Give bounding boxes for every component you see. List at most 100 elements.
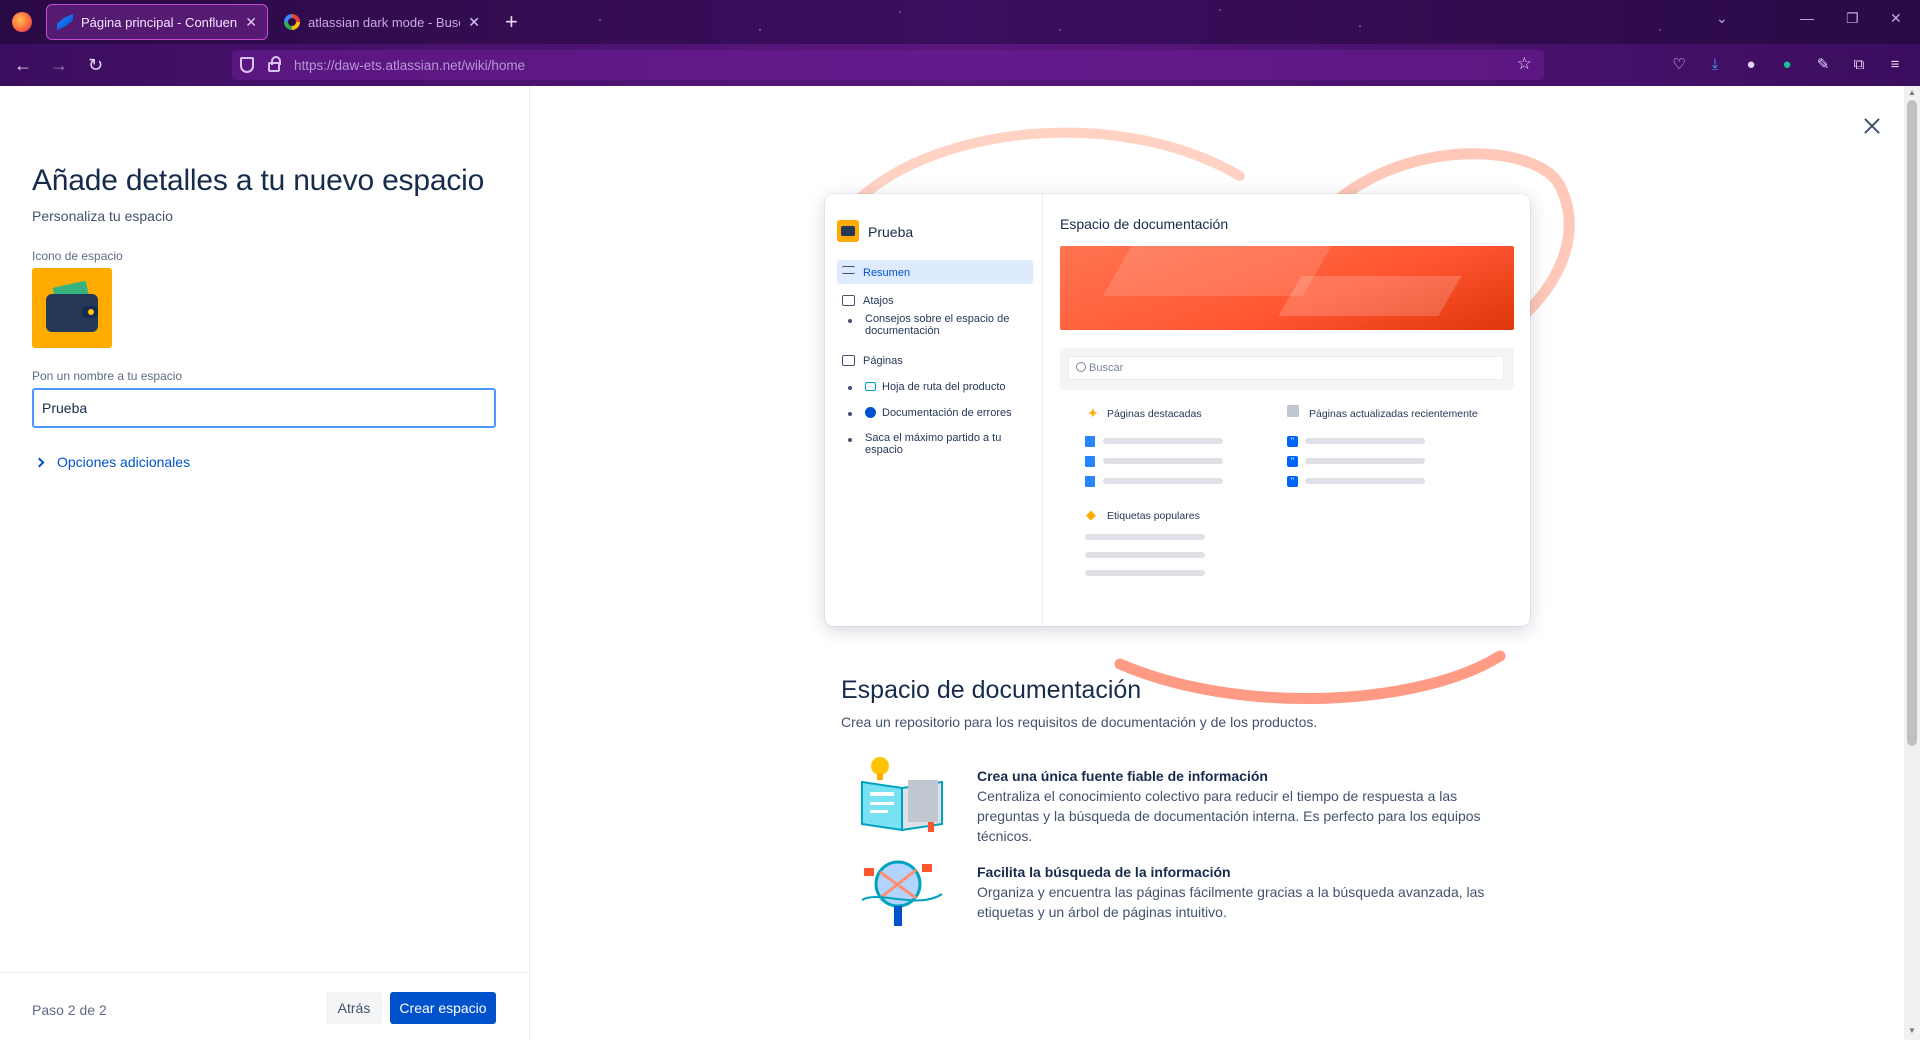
template-title: Espacio de documentación [841,676,1142,704]
close-window-button[interactable]: ✕ [1890,10,1902,27]
template-description: Crea un repositorio para los requisitos … [841,714,1318,730]
sparkle-icon: ✦ [1087,405,1099,421]
tab-confluence[interactable]: Página principal - Confluence ✕ [46,4,268,40]
placeholder-line [1305,438,1425,444]
address-bar[interactable]: https://daw-ets.atlassian.net/wiki/home … [232,50,1544,80]
chevron-right-icon [34,457,45,467]
additional-options-toggle[interactable]: Opciones adicionales [34,454,191,470]
bullet [848,412,852,416]
create-space-button[interactable]: Crear espacio [390,992,496,1024]
preview-search-input: Buscar [1068,356,1504,380]
recent-pages-icon [1287,405,1299,417]
download-icon[interactable]: ⤓ [1706,56,1724,74]
back-button[interactable]: Atrás [326,992,382,1024]
scroll-down-arrow-icon[interactable]: ▼ [1908,1026,1916,1035]
placeholder-line [1305,458,1425,464]
scroll-up-arrow-icon[interactable]: ▲ [1908,88,1916,97]
quote-icon: " [1287,436,1298,447]
page-scrollbar[interactable]: ▲ ▼ [1904,86,1920,1040]
tab-title: Página principal - Confluence [81,14,238,30]
preview-search-area: Buscar [1060,348,1514,390]
placeholder-line [1103,478,1223,484]
tab-list-icon[interactable]: ⌄ [1716,10,1728,27]
form-title: Añade detalles a tu nuevo espacio [32,164,485,197]
feature-2-title: Facilita la búsqueda de la información [977,864,1231,880]
preview-space-icon [837,220,859,242]
preview-page-tips: Saca el máximo partido a tu espacio [865,432,1002,456]
bullet [848,319,852,323]
preview-sidebar: Prueba Resumen Atajos Consejos sobre el … [825,194,1043,626]
forward-arrow-icon[interactable]: → [50,54,68,76]
space-icon-label: Icono de espacio [32,249,123,263]
preview-recent-heading: Páginas actualizadas recientemente [1309,408,1478,420]
google-icon [284,14,300,30]
browser-nav-bar: ← → ↻ https://daw-ets.atlassian.net/wiki… [0,44,1920,86]
tag-icon: ◆ [1086,507,1096,522]
back-arrow-icon[interactable]: ← [14,54,32,76]
color-picker-icon[interactable]: ✎ [1814,56,1832,74]
shortcut-link-icon [842,295,855,306]
placeholder-line [1103,458,1223,464]
pages-icon [842,355,855,366]
tab-close-icon[interactable]: ✕ [245,14,257,31]
page-icon [1085,456,1095,467]
space-icon-picker[interactable] [32,268,112,348]
bookmark-star-icon[interactable]: ☆ [1517,54,1532,74]
preview-featured-heading: Páginas destacadas [1107,408,1202,420]
create-space-page: Añade detalles a tu nuevo espacio Person… [0,86,1920,1040]
preview-space-name: Prueba [868,224,914,240]
quote-icon: " [1287,456,1298,467]
confluence-icon [57,14,73,30]
placeholder-line [1103,438,1223,444]
map-icon [865,382,876,391]
scroll-thumb[interactable] [1907,100,1917,746]
preview-main-title: Espacio de documentación [1060,216,1229,232]
tab-close-icon[interactable]: ✕ [468,14,480,31]
shield-icon[interactable] [240,57,254,73]
minimize-button[interactable]: — [1800,10,1814,26]
preview-page-errors: Documentación de errores [882,407,1012,419]
placeholder-line [1085,534,1205,540]
restore-button[interactable]: ❐ [1846,10,1859,27]
pocket-icon[interactable]: ♡ [1670,56,1688,74]
tab-google-search[interactable]: atlassian dark mode - Buscar c ✕ [274,4,490,40]
magnifier-illustration [861,860,943,926]
extensions-icon[interactable]: ⧉ [1850,56,1868,74]
space-details-form: Añade detalles a tu nuevo espacio Person… [0,86,530,1040]
reload-icon[interactable]: ↻ [88,54,103,76]
search-icon [1076,362,1086,372]
wallet-clasp-shape [82,306,98,318]
additional-options-label: Opciones adicionales [57,454,191,470]
url-text[interactable]: https://daw-ets.atlassian.net/wiki/home [294,58,525,73]
feature-1-title: Crea una única fuente fiable de informac… [977,768,1268,784]
page-icon [1085,476,1095,487]
feature-2-body: Organiza y encuentra las páginas fácilme… [977,884,1485,920]
space-name-label: Pon un nombre a tu espacio [32,369,183,383]
book-lightbulb-illustration [861,757,943,832]
new-tab-button[interactable]: + [505,8,518,36]
preview-header-banner [1060,246,1514,330]
firefox-menu-icon[interactable] [12,12,32,32]
placeholder-line [1305,478,1425,484]
template-preview-card: Prueba Resumen Atajos Consejos sobre el … [825,194,1530,626]
account-icon[interactable]: ● [1742,56,1760,74]
summary-lines-icon [842,266,855,274]
browser-tab-bar: Página principal - Confluence ✕ atlassia… [0,0,1920,44]
preview-labels-heading: Etiquetas populares [1107,510,1200,522]
space-name-input[interactable] [32,388,496,428]
preview-nav-atajos-tip: Consejos sobre el espacio de documentaci… [865,313,1010,337]
tab-title: atlassian dark mode - Buscar c [308,14,460,30]
app-menu-icon[interactable]: ≡ [1886,56,1904,74]
preview-nav-atajos: Atajos [863,295,894,307]
preview-nav-paginas: Páginas [863,355,903,367]
close-icon[interactable] [1860,114,1884,138]
grammarly-icon[interactable]: ● [1778,56,1796,74]
info-icon [865,407,876,418]
lock-icon[interactable] [268,56,281,72]
step-indicator: Paso 2 de 2 [32,1002,107,1018]
preview-page-roadmap: Hoja de ruta del producto [882,381,1006,393]
placeholder-line [1085,552,1205,558]
preview-nav-resumen: Resumen [863,267,911,279]
bullet [848,386,852,390]
footer-divider [0,972,530,973]
